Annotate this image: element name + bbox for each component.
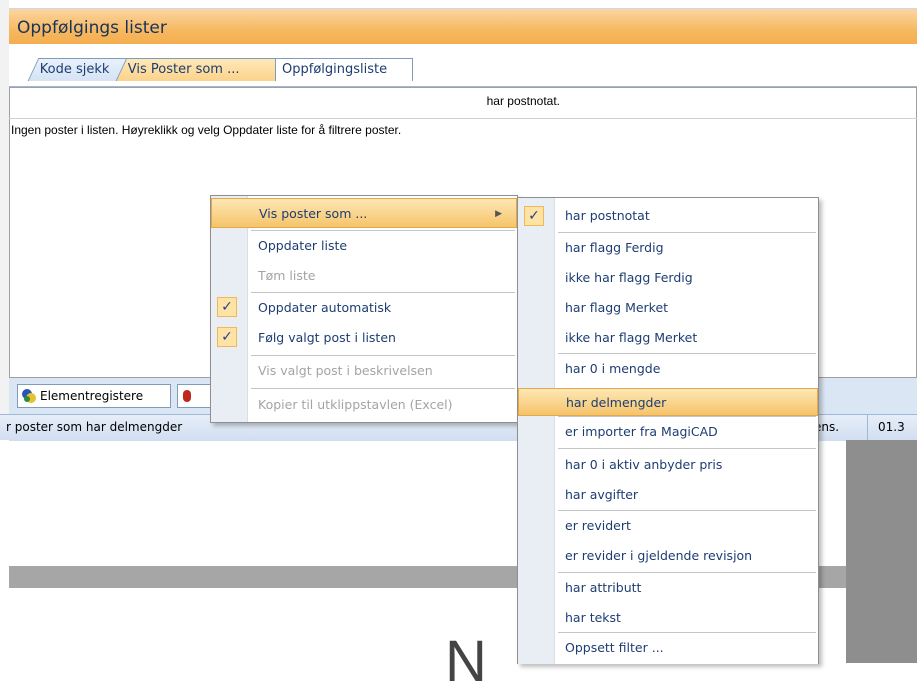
menu-item-label: Kopier til utklippstavlen (Excel): [258, 397, 453, 412]
menu-item-label: ikke har flagg Ferdig: [565, 270, 693, 285]
submenu-item-har-postnotat[interactable]: ✓ har postnotat: [518, 202, 818, 230]
lower-area: [0, 440, 9, 663]
menu-item-oppdater-liste[interactable]: Oppdater liste: [211, 231, 517, 261]
red-icon: [183, 390, 191, 402]
tab-oppfolgingsliste[interactable]: Oppfølgingsliste: [275, 58, 413, 81]
submenu-item-har-0-i-aktiv-anbyder-pris[interactable]: har 0 i aktiv anbyder pris: [518, 451, 818, 479]
menu-item-oppdater-automatisk[interactable]: ✓ Oppdater automatisk: [211, 293, 517, 323]
divider: [9, 118, 917, 119]
tab-elementregistere[interactable]: Elementregistere: [17, 384, 171, 408]
menu-item-label: har 0 i aktiv anbyder pris: [565, 457, 723, 472]
menu-separator: [558, 448, 816, 449]
menu-item-label: Vis valgt post i beskrivelsen: [258, 363, 433, 378]
submenu-item-har-flagg-ferdig[interactable]: har flagg Ferdig: [518, 234, 818, 262]
menu-item-label: Følg valgt post i listen: [258, 330, 396, 345]
menu-item-label: har postnotat: [565, 208, 650, 223]
menu-item-label: Vis poster som ...: [259, 206, 368, 221]
menu-item-label: har 0 i mengde: [565, 361, 661, 376]
menu-item-label: Oppsett filter ...: [565, 640, 664, 655]
submenu-item-har-delmengder[interactable]: har delmengder: [518, 388, 818, 416]
menu-separator: [558, 572, 816, 573]
menu-item-label: har tekst: [565, 610, 621, 625]
menu-item-label: har attributt: [565, 580, 642, 595]
submenu-item-har-0-i-mengde[interactable]: har 0 i mengde: [518, 355, 818, 383]
panel-title-bar: Oppfølgings lister: [9, 8, 917, 45]
checkmark-icon: ✓: [217, 327, 237, 347]
status-cell-text: 01.3: [878, 420, 905, 434]
background-text: N: [445, 629, 487, 694]
panel-title: Oppfølgings lister: [17, 18, 167, 38]
menu-item-label: er importer fra MagiCAD: [565, 424, 718, 439]
filter-label: har postnotat.: [486, 94, 560, 108]
gray-region: [846, 440, 917, 663]
menu-item-label: Tøm liste: [258, 268, 316, 283]
menu-item-tom-liste[interactable]: Tøm liste: [211, 261, 517, 291]
checkmark-icon: ✓: [524, 206, 544, 226]
status-cell: ens.: [813, 414, 868, 440]
submenu-item-har-flagg-merket[interactable]: har flagg Merket: [518, 294, 818, 322]
submenu-item-har-attributt[interactable]: har attributt: [518, 574, 818, 602]
submenu-arrow-icon: ▶: [495, 209, 502, 219]
empty-list-message: Ingen poster i listen. Høyreklikk og vel…: [11, 123, 402, 137]
submenu-item-har-avgifter[interactable]: har avgifter: [518, 481, 818, 509]
menu-item-label: Oppdater liste: [258, 238, 348, 253]
menu-item-label: har flagg Ferdig: [565, 240, 664, 255]
submenu-item-er-revidert[interactable]: er revidert: [518, 512, 818, 540]
menu-item-folg-valgt-post[interactable]: ✓ Følg valgt post i listen: [211, 323, 517, 353]
menu-item-kopier-excel[interactable]: Kopier til utklippstavlen (Excel): [211, 390, 517, 420]
status-cell: 01.3: [867, 414, 917, 440]
submenu-item-ikke-har-flagg-merket[interactable]: ikke har flagg Merket: [518, 324, 818, 352]
tab-vis-poster-som[interactable]: Vis Poster som ...: [115, 58, 289, 81]
tab-label: Vis Poster som ...: [127, 62, 240, 77]
menu-item-vis-valgt-post[interactable]: Vis valgt post i beskrivelsen: [211, 356, 517, 386]
checkmark-icon: ✓: [217, 297, 237, 317]
window-frame-left: [0, 0, 9, 440]
menu-item-label: har avgifter: [565, 487, 639, 502]
menu-item-label: har flagg Merket: [565, 300, 669, 315]
menu-item-label: er revidert: [565, 518, 631, 533]
menu-separator: [558, 510, 816, 511]
submenu-item-ikke-har-flagg-ferdig[interactable]: ikke har flagg Ferdig: [518, 264, 818, 292]
menu-separator: [558, 353, 816, 354]
menu-separator: [251, 388, 515, 389]
submenu-item-har-tekst[interactable]: har tekst: [518, 604, 818, 632]
tab-label: Kode sjekk: [39, 62, 110, 77]
menu-item-label: har delmengder: [566, 395, 667, 410]
menu-separator: [558, 232, 816, 233]
context-menu: Vis poster som ... ▶ Oppdater liste Tøm …: [210, 195, 518, 423]
submenu-item-er-revider-i-gjeldende-revisjon[interactable]: er revider i gjeldende revisjon: [518, 542, 818, 570]
menu-item-label: Oppdater automatisk: [258, 300, 392, 315]
tab-label: Elementregistere: [40, 389, 144, 403]
registry-icon: [22, 389, 36, 403]
menu-item-label: ikke har flagg Merket: [565, 330, 698, 345]
menu-item-label: er revider i gjeldende revisjon: [565, 548, 753, 563]
menu-separator: [558, 416, 816, 417]
submenu-vis-poster-som: ✓ har postnotat har flagg Ferdig ikke ha…: [517, 197, 819, 664]
menu-item-vis-poster-som[interactable]: Vis poster som ... ▶: [211, 198, 517, 228]
submenu-item-er-importer-fra-magicad[interactable]: er importer fra MagiCAD: [518, 418, 818, 446]
status-text: r poster som har delmengder: [6, 420, 183, 434]
submenu-item-oppsett-filter[interactable]: Oppsett filter ...: [518, 634, 818, 662]
menu-separator: [558, 632, 816, 633]
